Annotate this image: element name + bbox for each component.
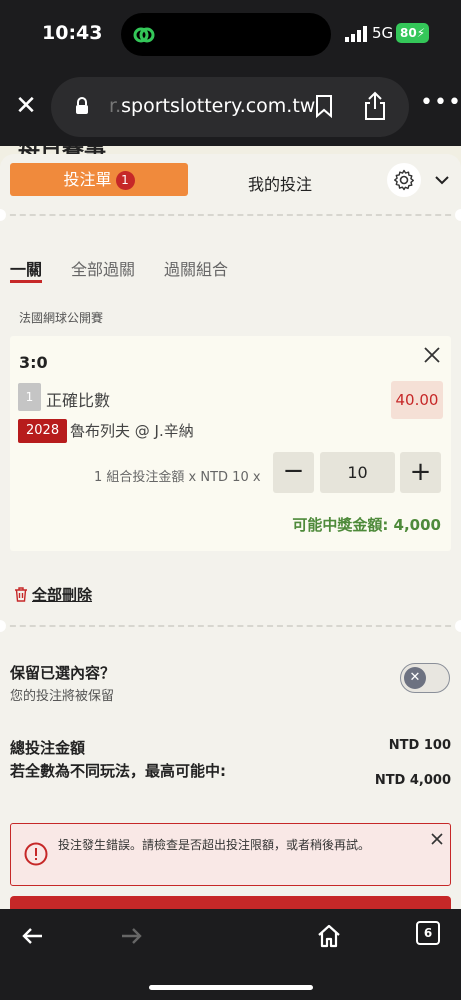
remove-selection-icon[interactable] [422, 345, 442, 365]
browser-bar: ✕ r.sportslottery.com.tw ••• [0, 70, 461, 146]
divider [0, 625, 461, 627]
league-name: 法國網球公開賽 [19, 311, 104, 325]
home-indicator [149, 985, 313, 990]
tab-bet-slip-label: 投注單 [63, 170, 112, 189]
alert-icon [24, 842, 48, 866]
url-domain: sportslottery.com.tw [121, 95, 316, 117]
quantity-input[interactable]: 10 [320, 452, 395, 493]
increase-button[interactable]: + [400, 452, 441, 493]
browser-toolbar: 6 [0, 909, 461, 1000]
battery-level: 80 [400, 26, 417, 40]
total-stake-value: NTD 100 [388, 738, 451, 753]
delete-all-button[interactable]: 全部刪除 [14, 584, 92, 605]
error-message: 投注發生錯誤。請檢查是否超出投注限額，或者稍後再試。 [58, 838, 371, 852]
potential-win: 可能中獎金額: 4,000 [292, 516, 441, 534]
signal-icon [345, 26, 367, 42]
max-win-value: NTD 4,000 [374, 773, 451, 788]
tab-single[interactable]: 一關 [10, 256, 42, 280]
keep-selection-toggle[interactable]: ✕ [400, 663, 450, 693]
status-time: 10:43 [42, 22, 103, 44]
bet-slip-panel: 投注單 1 我的投注 一關 全部過關 過關組合 法國網球公開賽 3:0 1 正確比… [0, 154, 461, 909]
tab-parlay-combo[interactable]: 過關組合 [164, 256, 228, 280]
divider [0, 214, 461, 216]
close-icon[interactable]: ✕ [12, 92, 40, 120]
active-tab-indicator [10, 280, 42, 283]
url-prefix: r. [109, 95, 122, 117]
more-icon[interactable]: ••• [420, 92, 461, 120]
ticket-notch [0, 209, 6, 221]
battery-indicator: 80⚡ [396, 23, 430, 43]
network-type: 5G [372, 24, 394, 42]
gear-icon [394, 169, 414, 191]
forward-arrow-icon[interactable] [118, 923, 144, 949]
web-page: 每日賽事 投注單1 我的投注 一關 全部過關 過關組合 法國網球公開賽 3:0 [0, 146, 461, 909]
error-banner: 投注發生錯誤。請檢查是否超出投注限額，或者稍後再試。 [10, 823, 451, 886]
ticket-notch [0, 620, 6, 632]
tab-all-parlay[interactable]: 全部過關 [71, 256, 135, 280]
market-name: 正確比數 [46, 391, 111, 410]
tab-bet-slip[interactable]: 投注單 1 [10, 163, 188, 196]
settings-button[interactable] [387, 163, 421, 197]
lock-icon [76, 97, 88, 114]
odds-value: 40.00 [391, 381, 443, 419]
status-bar: 10:43 5G 80⚡ [0, 0, 461, 70]
tab-my-bets[interactable]: 我的投注 [210, 171, 350, 195]
match-code-badge: 2028 [18, 419, 68, 443]
total-stake-label: 總投注金額 [10, 739, 86, 757]
keep-selection-title: 保留已選內容？ [10, 664, 116, 682]
place-bet-button[interactable]: 投注 [10, 896, 451, 909]
decrease-button[interactable]: − [273, 452, 314, 493]
bet-count-badge: 1 [115, 171, 135, 190]
ticket-notch [455, 620, 461, 632]
max-win-label: 若全數為不同玩法，最高可能中: [10, 762, 227, 780]
selection-index: 1 [18, 383, 41, 411]
dynamic-island [121, 13, 331, 56]
stake-label: 1 組合投注金額 x NTD 10 x [94, 470, 261, 485]
close-icon[interactable] [429, 831, 445, 847]
home-icon[interactable] [316, 923, 342, 949]
match-name: 魯布列夫 @ J.辛納 [70, 422, 194, 440]
keep-selection-subtitle: 您的投注將被保留 [10, 689, 115, 704]
selection-score: 3:0 [19, 353, 48, 372]
trash-icon [15, 587, 27, 602]
back-arrow-icon[interactable] [20, 923, 46, 949]
url-text[interactable]: r.sportslottery.com.tw [109, 95, 315, 117]
toggle-off-icon: ✕ [404, 667, 426, 689]
ticket-notch [455, 209, 461, 221]
selection-card: 3:0 1 正確比數 40.00 2028 魯布列夫 @ J.辛納 1 組合投注… [10, 336, 451, 551]
share-icon[interactable] [363, 91, 387, 121]
chevron-down-icon[interactable] [434, 172, 450, 188]
tabs-count-button[interactable]: 6 [416, 921, 440, 945]
address-bar[interactable]: r.sportslottery.com.tw [51, 77, 409, 137]
link-icon [133, 27, 155, 43]
delete-all-label: 全部刪除 [32, 586, 93, 604]
bookmark-icon[interactable] [315, 94, 333, 118]
